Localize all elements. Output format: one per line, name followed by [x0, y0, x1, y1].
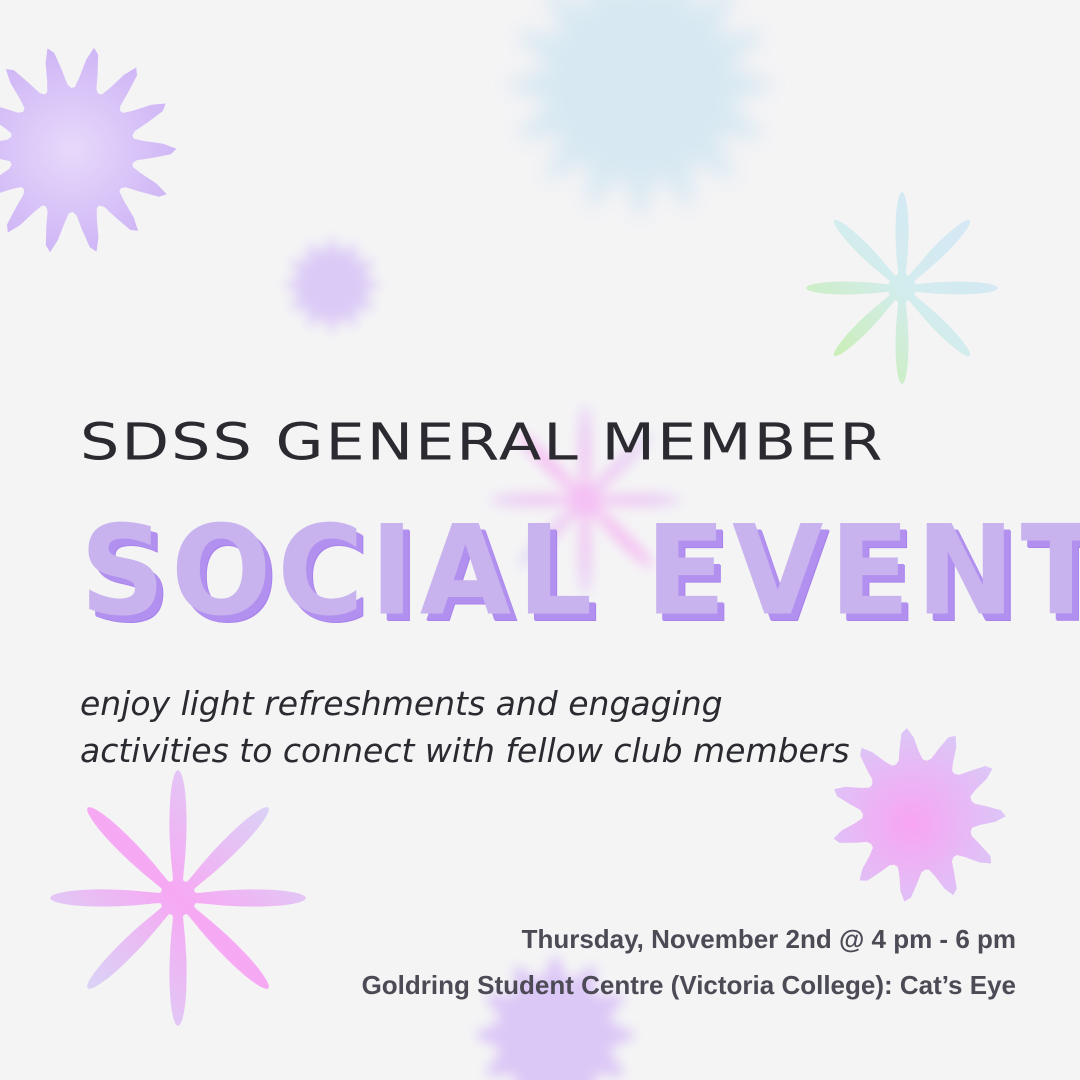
eight-point-star-icon [806, 192, 998, 384]
tagline-line: activities to connect with fellow club m… [80, 731, 850, 770]
blurred-starburst-icon [505, 0, 775, 220]
event-details: Thursday, November 2nd @ 4 pm - 6 pm Gol… [116, 916, 1016, 1008]
starburst-icon [0, 47, 177, 253]
tagline-line: enjoy light refreshments and engaging [80, 684, 723, 723]
event-date-time: Thursday, November 2nd @ 4 pm - 6 pm [521, 924, 1016, 954]
event-tagline: enjoy light refreshments and engaging ac… [80, 680, 900, 774]
event-headline: SOCIAL EVENT [80, 498, 1080, 643]
blurred-starburst-icon [284, 237, 380, 333]
event-title: SDSS GENERAL MEMBER [80, 412, 885, 472]
event-location: Goldring Student Centre (Victoria Colleg… [361, 970, 1016, 1000]
